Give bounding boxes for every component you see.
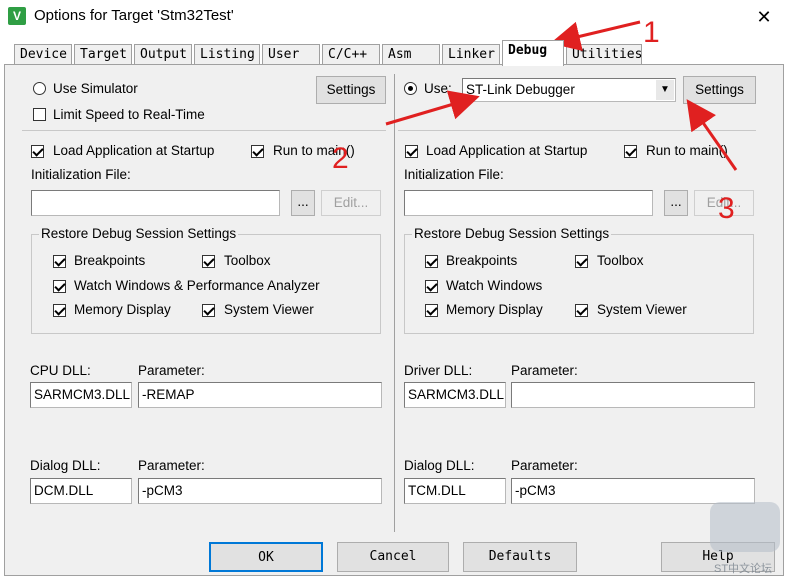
arrow-to-debug-tab xyxy=(550,20,641,52)
arrow-to-settings xyxy=(686,99,738,171)
watermark-logo xyxy=(710,502,780,552)
annotation-number-2: 2 xyxy=(332,142,349,175)
tab-debug[interactable]: Debug xyxy=(502,40,564,66)
watermark-text: ST中文论坛 xyxy=(714,563,773,575)
arrow-to-debugger-select xyxy=(385,90,480,126)
annotation-number-1: 1 xyxy=(643,16,660,49)
annotation-arrows xyxy=(385,20,738,171)
annotation-number-3: 3 xyxy=(718,192,735,225)
